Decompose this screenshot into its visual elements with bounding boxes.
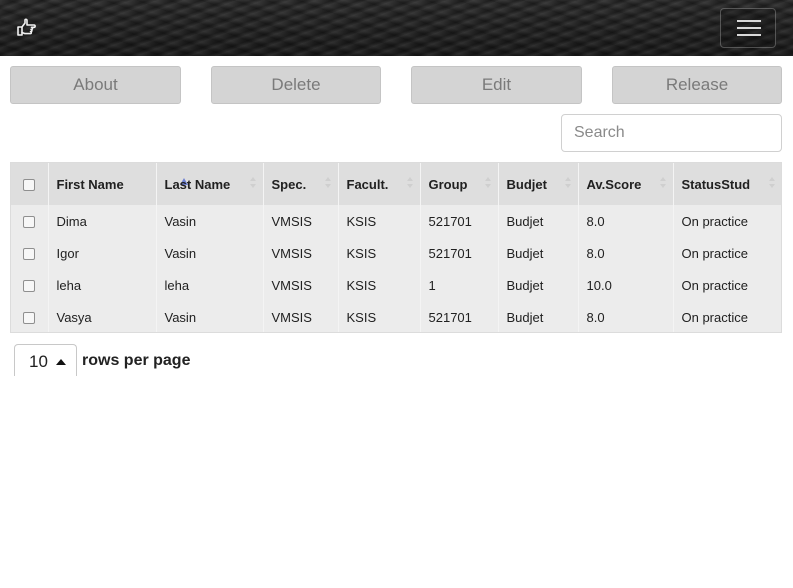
release-button[interactable]: Release bbox=[612, 66, 782, 104]
column-header-label: First Name bbox=[56, 176, 124, 192]
cell-budjet: Budjet bbox=[498, 205, 579, 237]
cell-facult: KSIS bbox=[338, 269, 421, 301]
cell-spec: VMSIS bbox=[263, 269, 339, 301]
column-header-facult[interactable]: Facult. bbox=[338, 163, 421, 205]
row-checkbox[interactable] bbox=[23, 280, 36, 293]
cell-budjet: Budjet bbox=[498, 237, 579, 269]
column-header-budjet[interactable]: Budjet bbox=[498, 163, 579, 205]
hamburger-menu-icon[interactable] bbox=[720, 8, 776, 48]
cell-last-name: Vasin bbox=[156, 205, 264, 237]
table-header-row: First Name Last Name Spec. Facult. Group… bbox=[11, 163, 781, 205]
column-header-label: Last Name bbox=[164, 176, 231, 192]
row-select-cell bbox=[11, 237, 49, 269]
sort-icon bbox=[249, 177, 257, 191]
cell-status-stud: On practice bbox=[681, 309, 748, 325]
navbar bbox=[0, 0, 793, 56]
cell-av-score: 8.0 bbox=[578, 237, 674, 269]
cell-spec: VMSIS bbox=[263, 237, 339, 269]
sort-icon bbox=[564, 177, 572, 191]
column-header-last-name[interactable]: Last Name bbox=[156, 163, 264, 205]
column-header-label: StatusStud bbox=[681, 176, 751, 192]
table-row[interactable]: Vasya Vasin VMSIS KSIS 521701 Budjet 8.0… bbox=[11, 301, 781, 332]
cell-av-score: 8.0 bbox=[578, 301, 674, 332]
cell-last-name: Vasin bbox=[156, 237, 264, 269]
column-header-label: Spec. bbox=[271, 176, 307, 192]
column-header-label: Av.Score bbox=[586, 176, 642, 192]
table-row[interactable]: leha leha VMSIS KSIS 1 Budjet 10.0 On pr… bbox=[11, 269, 781, 301]
delete-button[interactable]: Delete bbox=[211, 66, 381, 104]
menu-bar bbox=[737, 34, 761, 36]
table-row[interactable]: Igor Vasin VMSIS KSIS 521701 Budjet 8.0 … bbox=[11, 237, 781, 269]
rows-per-page-label: rows per page bbox=[82, 352, 191, 369]
sort-icon bbox=[659, 177, 667, 191]
cell-status-stud: On practice bbox=[681, 213, 748, 229]
cell-first-name: Vasya bbox=[48, 301, 157, 332]
cell-facult: KSIS bbox=[338, 237, 421, 269]
column-header-spec[interactable]: Spec. bbox=[263, 163, 339, 205]
row-select-cell bbox=[11, 301, 49, 332]
row-select-cell bbox=[11, 205, 49, 237]
table-row[interactable]: Dima Vasin VMSIS KSIS 521701 Budjet 8.0 … bbox=[11, 205, 781, 237]
cell-spec: VMSIS bbox=[263, 301, 339, 332]
edit-button[interactable]: Edit bbox=[411, 66, 582, 104]
students-table: First Name Last Name Spec. Facult. Group… bbox=[10, 162, 782, 333]
column-header-label: Group bbox=[428, 176, 468, 192]
cell-first-name: Dima bbox=[48, 205, 157, 237]
column-header-av-score[interactable]: Av.Score bbox=[578, 163, 674, 205]
row-checkbox[interactable] bbox=[23, 216, 36, 229]
column-header-label: Facult. bbox=[346, 176, 389, 192]
select-all-checkbox[interactable] bbox=[23, 179, 36, 192]
sort-icon bbox=[484, 177, 492, 191]
menu-bar bbox=[737, 27, 761, 29]
row-checkbox[interactable] bbox=[23, 312, 36, 325]
sort-icon bbox=[324, 177, 332, 191]
cell-facult: KSIS bbox=[338, 301, 421, 332]
hand-pointing-right-icon[interactable] bbox=[14, 16, 38, 40]
sort-icon bbox=[406, 177, 414, 191]
cell-group: 521701 bbox=[420, 301, 499, 332]
caret-up-icon bbox=[56, 359, 66, 365]
menu-bar bbox=[737, 20, 761, 22]
cell-av-score: 10.0 bbox=[578, 269, 674, 301]
column-header-first-name[interactable]: First Name bbox=[48, 163, 188, 205]
sort-icon bbox=[769, 177, 776, 191]
rows-per-page-select[interactable]: 10 bbox=[14, 344, 77, 376]
cell-group: 1 bbox=[420, 269, 499, 301]
cell-first-name: leha bbox=[48, 269, 157, 301]
cell-group: 521701 bbox=[420, 205, 499, 237]
cell-first-name: Igor bbox=[48, 237, 157, 269]
select-all-cell bbox=[11, 163, 49, 205]
cell-av-score: 8.0 bbox=[578, 205, 674, 237]
column-header-group[interactable]: Group bbox=[420, 163, 499, 205]
cell-budjet: Budjet bbox=[498, 301, 579, 332]
column-header-label: Budjet bbox=[506, 176, 547, 192]
cell-status-stud: On practice bbox=[681, 277, 748, 293]
rows-per-page-value: 10 bbox=[29, 352, 48, 371]
row-select-cell bbox=[11, 269, 49, 301]
row-checkbox[interactable] bbox=[23, 248, 36, 261]
cell-spec: VMSIS bbox=[263, 205, 339, 237]
cell-facult: KSIS bbox=[338, 205, 421, 237]
search-input[interactable] bbox=[561, 114, 782, 152]
cell-last-name: leha bbox=[156, 269, 264, 301]
about-button[interactable]: About bbox=[10, 66, 181, 104]
cell-status-stud: On practice bbox=[681, 245, 748, 261]
cell-budjet: Budjet bbox=[498, 269, 579, 301]
column-header-status-stud[interactable]: StatusStud bbox=[673, 163, 781, 205]
cell-last-name: Vasin bbox=[156, 301, 264, 332]
cell-group: 521701 bbox=[420, 237, 499, 269]
